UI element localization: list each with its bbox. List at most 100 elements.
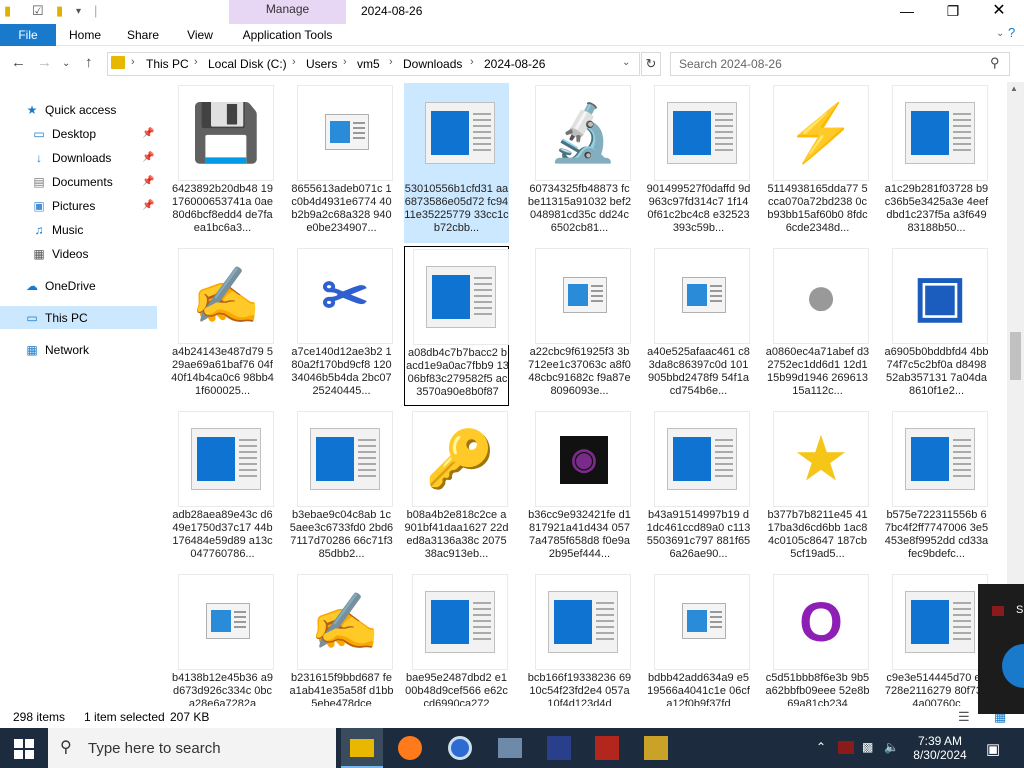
app-icon[interactable]	[547, 736, 571, 760]
file-item[interactable]: 💾 6423892b20db48 19176000653741a 0ae80d6b…	[170, 83, 275, 243]
help-icon[interactable]: ?	[1008, 25, 1015, 40]
pin-icon[interactable]: 📌	[142, 152, 154, 163]
sidebar-item-network[interactable]: ▦ Network	[24, 339, 89, 361]
tab-home[interactable]: Home	[62, 24, 108, 46]
sidebar-item-downloads[interactable]: ↓ Downloads	[31, 147, 111, 169]
window-title: 2024-08-26	[361, 4, 423, 18]
minimize-button[interactable]: —	[884, 0, 930, 24]
notifications-icon[interactable]: ▣	[986, 740, 1000, 758]
app-icon[interactable]	[595, 736, 619, 760]
chevron-right-icon[interactable]: ›	[194, 56, 198, 68]
sidebar-item-desktop[interactable]: ▭ Desktop	[31, 123, 96, 145]
breadcrumb-downloads[interactable]: Downloads	[403, 57, 462, 71]
breadcrumb-users[interactable]: Users	[306, 57, 337, 71]
app-icon[interactable]	[644, 736, 668, 760]
pin-icon[interactable]: 📌	[142, 128, 154, 139]
scroll-up-icon[interactable]: ▲	[1010, 84, 1018, 93]
sidebar-item-onedrive[interactable]: ☁ OneDrive	[24, 275, 96, 297]
sidebar-item-music[interactable]: ♫ Music	[31, 219, 84, 241]
file-item[interactable]: ▣ a6905b0bddbfd4 4bb74f7c5c2bf0a d849852a…	[884, 246, 989, 406]
file-item[interactable]: b43a91514997b19 d1dc461ccd89a0 c11355036…	[646, 409, 751, 569]
details-view-icon[interactable]: ☰	[958, 709, 970, 725]
file-thumbnail	[178, 411, 274, 507]
pin-icon[interactable]: 📌	[142, 176, 154, 187]
breadcrumb-current-folder[interactable]: 2024-08-26	[484, 57, 545, 71]
refresh-icon[interactable]: ↻	[641, 52, 661, 76]
chevron-right-icon[interactable]: ›	[292, 56, 296, 68]
sidebar-item-videos[interactable]: ▦ Videos	[31, 243, 88, 265]
file-item[interactable]: ◉ b36cc9e932421fe d1817921a41d434 0577a47…	[527, 409, 632, 569]
chevron-right-icon[interactable]: ›	[131, 56, 135, 68]
file-item[interactable]: ✂ a7ce140d12ae3b2 180a2f170bd9cf8 1203404…	[289, 246, 394, 406]
back-icon[interactable]: ←	[11, 54, 26, 71]
selection-count: 1 item selected	[84, 710, 165, 724]
app-icon[interactable]	[498, 738, 522, 758]
customize-quick-access-icon[interactable]: ▾	[76, 6, 81, 17]
file-item[interactable]: ● a0860ec4a71abef d32752ec1dd6d1 12d115b9…	[765, 246, 870, 406]
chrome-icon[interactable]	[448, 736, 472, 760]
taskbar-file-explorer[interactable]	[341, 728, 383, 768]
maximize-button[interactable]: ❐	[930, 0, 976, 24]
sidebar-item-this-pc[interactable]: ▭ This PC	[24, 307, 87, 329]
breadcrumb-local-disk[interactable]: Local Disk (C:)	[208, 57, 287, 71]
file-item[interactable]: a22cbc9f61925f3 3b712ee1c37063c a8f048cb…	[527, 246, 632, 406]
file-item[interactable]: a08db4c7b7bacc2 bacd1e9a0ac7fbb9 1306bf8…	[404, 246, 509, 406]
file-item[interactable]: ⚡ 5114938165dda77 5cca070a72bd238 0cb93bb…	[765, 83, 870, 243]
network-tray-icon[interactable]: ▩	[862, 740, 873, 754]
close-button[interactable]: ✕	[976, 0, 1022, 24]
file-item[interactable]: 8655613adeb071c 1c0b4d4931e6774 40b2b9a2…	[289, 83, 394, 243]
properties-icon[interactable]: ☑	[32, 3, 44, 19]
address-dropdown-icon[interactable]: ⌄	[622, 57, 630, 68]
expand-ribbon-icon[interactable]: ⌄	[996, 28, 1004, 39]
taskbar-search[interactable]: ⚲ Type here to search	[48, 728, 336, 768]
scrollbar-thumb[interactable]	[1010, 332, 1021, 380]
sidebar-item-quick-access[interactable]: ★ Quick access	[24, 99, 117, 121]
breadcrumb-this-pc[interactable]: This PC	[146, 57, 189, 71]
file-item[interactable]: 🔑 b08a4b2e818c2ce a901bf41daa1627 22ded8a…	[404, 409, 509, 569]
sidebar-item-pictures[interactable]: ▣ Pictures	[31, 195, 95, 217]
firefox-icon[interactable]	[398, 736, 422, 760]
selection-size: 207 KB	[170, 710, 210, 724]
file-item[interactable]: b575e722311556b 67bc4f2ff7747006 3e5453e…	[884, 409, 989, 569]
info-icon[interactable]	[1002, 644, 1024, 688]
window-small-icon	[206, 603, 250, 639]
file-item[interactable]: 53010556b1cfd31 aa6873586e05d72 fc9411e3…	[404, 83, 509, 243]
file-name: 53010556b1cfd31 aa6873586e05d72 fc9411e3…	[404, 183, 509, 234]
tab-share[interactable]: Share	[120, 24, 166, 46]
chevron-right-icon[interactable]: ›	[470, 56, 474, 68]
notification-popup[interactable]: S	[978, 584, 1024, 714]
tab-application-tools[interactable]: Application Tools	[229, 24, 346, 46]
search-icon[interactable]: ⚲	[990, 55, 1000, 71]
tray-app-icon[interactable]	[838, 741, 854, 754]
windows-logo-icon	[14, 739, 34, 759]
file-item[interactable]: ★ b377b7b8211e45 4117ba3d6cd6bb 1ac84c010…	[765, 409, 870, 569]
file-item[interactable]: 🔬 60734325fb48873 fcbe11315a91032 bef2048…	[527, 83, 632, 243]
recent-locations-icon[interactable]: ⌄	[62, 58, 70, 69]
start-button[interactable]	[13, 738, 35, 760]
file-item[interactable]: 901499527f0daffd 9d963c97fd314c7 1f140f6…	[646, 83, 751, 243]
search-input[interactable]: Search 2024-08-26	[679, 57, 782, 71]
new-folder-icon[interactable]: ▮	[56, 3, 63, 19]
desktop-icon: ▭	[33, 127, 45, 141]
file-item[interactable]: a40e525afaac461 c83da8c86397c0d 101905bb…	[646, 246, 751, 406]
pin-icon[interactable]: 📌	[142, 200, 154, 211]
breadcrumb-vm5[interactable]: vm5	[357, 57, 380, 71]
clock[interactable]: 7:39 AM 8/30/2024	[912, 734, 968, 762]
window-icon	[548, 591, 618, 653]
up-icon[interactable]: ↑	[85, 54, 93, 71]
file-item[interactable]: a1c29b281f03728 b9c36b5e3425a3e 4eefdbd1…	[884, 83, 989, 243]
file-name: 8655613adeb071c 1c0b4d4931e6774 40b2b9a2…	[291, 183, 392, 234]
file-item[interactable]: ✍ a4b24143e487d79 529ae69a61baf76 04f40f1…	[170, 246, 275, 406]
file-item[interactable]: adb28aea89e43c d649e1750d37c17 44b176484…	[170, 409, 275, 569]
tab-file[interactable]: File	[0, 24, 56, 46]
show-hidden-icons-icon[interactable]: ⌃	[816, 740, 826, 754]
taskbar-search-input[interactable]: Type here to search	[88, 740, 221, 757]
forward-icon[interactable]: →	[37, 54, 52, 71]
volume-muted-icon[interactable]: 🔈	[884, 740, 899, 754]
chevron-right-icon[interactable]: ›	[389, 56, 393, 68]
file-item[interactable]: b3ebae9c04c8ab 1c5aee3c6733fd0 2bd67117d…	[289, 409, 394, 569]
sidebar-item-documents[interactable]: ▤ Documents	[31, 171, 112, 193]
manage-tab-label[interactable]: Manage	[229, 2, 346, 16]
chevron-right-icon[interactable]: ›	[343, 56, 347, 68]
tab-view[interactable]: View	[178, 24, 222, 46]
